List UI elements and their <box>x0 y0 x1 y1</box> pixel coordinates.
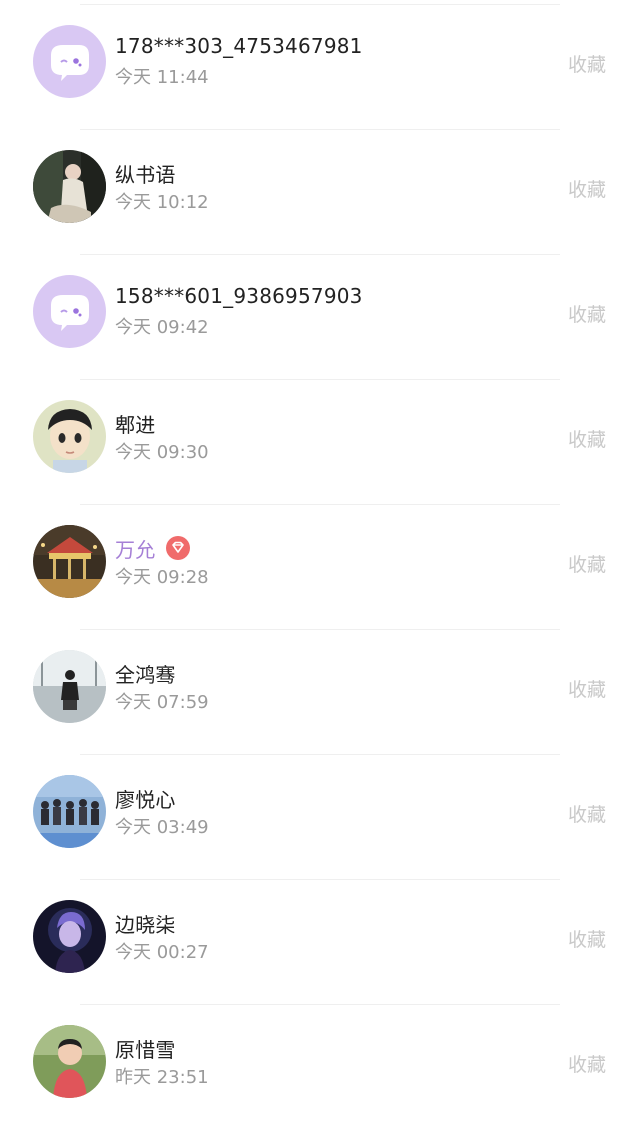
contact-time: 昨天 23:51 <box>115 1067 209 1088</box>
contact-time: 今天 09:28 <box>115 567 209 588</box>
contact-time: 今天 07:59 <box>115 692 209 713</box>
list-item[interactable]: 边晓柒 今天 00:27 收藏 <box>0 879 640 1004</box>
contact-name: 郫进 <box>115 413 156 437</box>
contact-name: 原惜雪 <box>115 1038 176 1062</box>
default-chat-avatar[interactable] <box>33 25 106 98</box>
group-photo-avatar[interactable] <box>33 775 106 848</box>
list-item[interactable]: 158***601_9386957903 今天 09:42 收藏 <box>0 254 640 379</box>
silhouette-photo-avatar[interactable] <box>33 650 106 723</box>
contact-name: 万允 <box>115 538 156 562</box>
contact-name: 全鸿骞 <box>115 663 176 687</box>
favorite-button[interactable]: 收藏 <box>568 800 606 827</box>
contact-time: 今天 09:30 <box>115 442 209 463</box>
contact-time: 今天 11:44 <box>115 67 209 88</box>
favorite-button[interactable]: 收藏 <box>568 925 606 952</box>
list-item[interactable]: 全鸿骞 今天 07:59 收藏 <box>0 629 640 754</box>
portrait-photo-avatar[interactable] <box>33 900 106 973</box>
diamond-icon <box>166 536 190 560</box>
contact-name: 纵书语 <box>115 163 176 187</box>
favorite-button[interactable]: 收藏 <box>568 425 606 452</box>
default-chat-avatar[interactable] <box>33 275 106 348</box>
contact-list: 178***303_4753467981 今天 11:44 收藏 纵书语 今天 … <box>0 0 640 1114</box>
photo-avatar[interactable] <box>33 150 106 223</box>
list-item[interactable]: 原惜雪 昨天 23:51 收藏 <box>0 1004 640 1129</box>
favorite-button[interactable]: 收藏 <box>568 550 606 577</box>
list-item[interactable]: 纵书语 今天 10:12 收藏 <box>0 129 640 254</box>
list-item[interactable]: 廖悦心 今天 03:49 收藏 <box>0 754 640 879</box>
list-item[interactable]: 郫进 今天 09:30 收藏 <box>0 379 640 504</box>
list-item[interactable]: 178***303_4753467981 今天 11:44 收藏 <box>0 4 640 129</box>
contact-name: 158***601_9386957903 <box>115 284 363 308</box>
contact-time: 今天 10:12 <box>115 192 209 213</box>
cartoon-avatar[interactable] <box>33 400 106 473</box>
favorite-button[interactable]: 收藏 <box>568 675 606 702</box>
contact-name: 边晓柒 <box>115 913 176 937</box>
favorite-button[interactable]: 收藏 <box>568 300 606 327</box>
contact-time: 今天 09:42 <box>115 317 209 338</box>
contact-time: 今天 00:27 <box>115 942 209 963</box>
favorite-button[interactable]: 收藏 <box>568 175 606 202</box>
favorite-button[interactable]: 收藏 <box>568 1050 606 1077</box>
contact-time: 今天 03:49 <box>115 817 209 838</box>
child-photo-avatar[interactable] <box>33 1025 106 1098</box>
carousel-photo-avatar[interactable] <box>33 525 106 598</box>
favorite-button[interactable]: 收藏 <box>568 50 606 77</box>
contact-name: 廖悦心 <box>115 788 176 812</box>
list-item[interactable]: 万允 今天 09:28 收藏 <box>0 504 640 629</box>
contact-name: 178***303_4753467981 <box>115 34 363 58</box>
